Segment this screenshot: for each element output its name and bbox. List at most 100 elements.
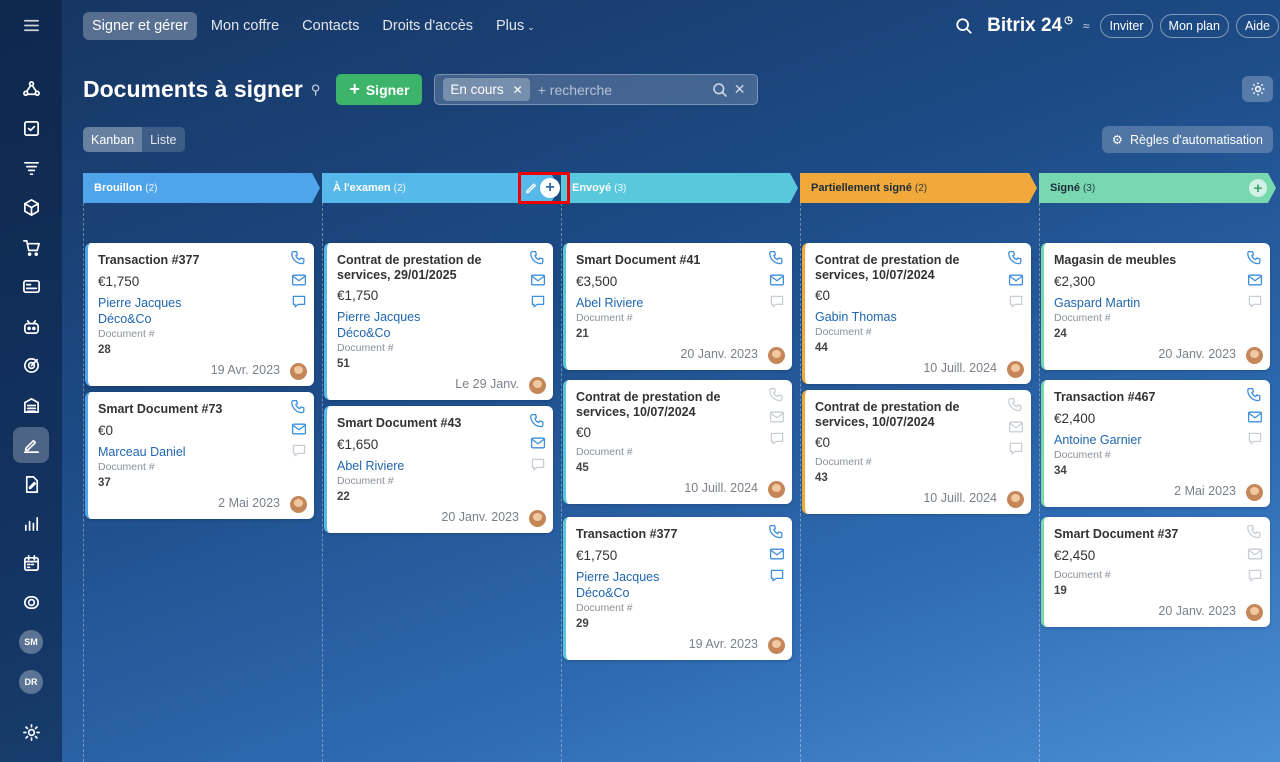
document-card[interactable]: Contrat de prestation de services, 10/07… <box>802 243 1031 384</box>
column-header[interactable]: Partiellement signé (2) <box>800 173 1037 203</box>
chip-close-icon[interactable]: ✕ <box>513 83 523 97</box>
nav-contacts[interactable]: Contacts <box>293 12 368 40</box>
document-card[interactable]: Transaction #377 €1,750 Pierre Jacques Déco… <box>85 243 314 386</box>
card-title[interactable]: Contrat de prestation de services, 10/07… <box>815 400 997 429</box>
card-title[interactable]: Smart Document #41 <box>576 253 758 268</box>
document-card[interactable]: Magasin de meubles €2,300 Gaspard Martin Do… <box>1041 243 1270 370</box>
sign-icon[interactable] <box>13 426 49 463</box>
email-icon[interactable] <box>1246 545 1263 562</box>
chat-icon[interactable] <box>1246 567 1263 584</box>
phone-icon[interactable] <box>1007 249 1024 266</box>
view-kanban[interactable]: Kanban <box>83 127 143 152</box>
automation-rules-button[interactable]: ⚙ Règles d'automatisation <box>1101 126 1273 153</box>
document-card[interactable]: Contrat de prestation de services, 10/07… <box>802 390 1031 514</box>
card-contact-link[interactable]: Gabin Thomas <box>815 309 1021 325</box>
document-card[interactable]: Smart Document #37 €2,450 Document # 19 20 J… <box>1041 517 1270 627</box>
card-contact-link[interactable]: Abel Riviere <box>576 295 782 311</box>
card-contact-link[interactable]: Pierre Jacques <box>98 295 304 311</box>
brand-logo[interactable]: Bitrix 24 ◷ <box>987 15 1073 37</box>
chat-icon[interactable] <box>768 293 785 310</box>
filter-icon[interactable] <box>13 150 49 186</box>
avatar[interactable] <box>768 481 785 498</box>
document-card[interactable]: Contrat de prestation de services, 29/01… <box>324 243 553 400</box>
document-card[interactable]: Smart Document #43 €1,650 Abel Riviere Docu… <box>324 406 553 533</box>
phone-icon[interactable] <box>768 249 785 266</box>
card-contact-link[interactable]: Pierre Jacques <box>576 569 782 585</box>
card-title[interactable]: Contrat de prestation de services, 10/07… <box>576 390 758 419</box>
chat-icon[interactable] <box>290 293 307 310</box>
phone-icon[interactable] <box>290 398 307 415</box>
chat-icon[interactable] <box>1007 440 1024 457</box>
chat-icon[interactable] <box>768 567 785 584</box>
email-icon[interactable] <box>768 271 785 288</box>
avatar[interactable] <box>1246 346 1263 364</box>
phone-icon[interactable] <box>1246 386 1263 403</box>
avatar[interactable] <box>529 509 546 527</box>
email-icon[interactable] <box>529 434 546 451</box>
view-settings-button[interactable] <box>1242 76 1273 102</box>
phone-icon[interactable] <box>1007 396 1024 413</box>
document-card[interactable]: Contrat de prestation de services, 10/07… <box>563 380 792 504</box>
add-stage-plus-icon-end[interactable]: + <box>1249 179 1267 197</box>
target-icon[interactable] <box>13 348 49 384</box>
document-card[interactable]: Smart Document #41 €3,500 Abel Riviere Docu… <box>563 243 792 370</box>
avatar[interactable] <box>1007 361 1024 378</box>
search-filter-box[interactable]: En cours ✕ ✕ <box>434 74 759 105</box>
phone-icon[interactable] <box>1246 523 1263 540</box>
user-avatar-sm[interactable]: SM <box>13 624 49 660</box>
email-icon[interactable] <box>1246 271 1263 288</box>
cart-icon[interactable] <box>13 229 49 265</box>
document-card[interactable]: Transaction #467 €2,400 Antoine Garnier Doc… <box>1041 380 1270 507</box>
chat-icon[interactable] <box>768 430 785 447</box>
search-input[interactable] <box>537 81 708 98</box>
card-contact-link[interactable]: Déco&Co <box>576 585 782 601</box>
clear-icon[interactable]: ✕ <box>734 81 746 98</box>
card-contact-link[interactable]: Déco&Co <box>98 311 304 327</box>
document-card[interactable]: Smart Document #73 €0 Marceau Daniel Docume… <box>85 392 314 519</box>
search-icon[interactable] <box>712 82 728 98</box>
card-contact-link[interactable]: Abel Riviere <box>337 458 543 474</box>
help-button[interactable]: Aide <box>1235 14 1279 38</box>
column-header[interactable]: Brouillon (2) <box>83 173 320 203</box>
chart-icon[interactable] <box>13 506 49 542</box>
avatar[interactable] <box>1007 491 1024 508</box>
card-title[interactable]: Contrat de prestation de services, 29/01… <box>337 253 519 282</box>
chat-icon[interactable] <box>290 442 307 459</box>
card-title[interactable]: Transaction #377 <box>98 253 280 268</box>
nav-sign-manage[interactable]: Signer et gérer <box>83 12 197 40</box>
card-title[interactable]: Magasin de meubles <box>1054 253 1236 268</box>
email-icon[interactable] <box>768 408 785 425</box>
column-header[interactable]: Signé (3) <box>1039 173 1276 203</box>
card-contact-link[interactable]: Marceau Daniel <box>98 444 304 460</box>
card-contact-link[interactable]: Déco&Co <box>337 325 543 341</box>
document-edit-icon[interactable] <box>13 466 49 502</box>
pin-icon[interactable]: ⚲ <box>311 82 321 98</box>
sign-button[interactable]: + Signer <box>336 74 423 105</box>
phone-icon[interactable] <box>1246 249 1263 266</box>
phone-icon[interactable] <box>768 523 785 540</box>
nav-access-rights[interactable]: Droits d'accès <box>373 12 482 40</box>
column-header[interactable]: Envoyé (3) <box>561 173 798 203</box>
box-icon[interactable] <box>13 190 49 226</box>
building-icon[interactable] <box>13 387 49 423</box>
card-title[interactable]: Transaction #377 <box>576 527 758 542</box>
chat-icon[interactable] <box>1007 293 1024 310</box>
email-icon[interactable] <box>1007 418 1024 435</box>
avatar[interactable] <box>768 346 785 364</box>
phone-icon[interactable] <box>529 412 546 429</box>
nav-my-safe[interactable]: Mon coffre <box>202 12 288 40</box>
search-icon[interactable] <box>955 17 973 35</box>
card-title[interactable]: Smart Document #37 <box>1054 527 1236 542</box>
card-title[interactable]: Smart Document #43 <box>337 416 519 431</box>
my-plan-button[interactable]: Mon plan <box>1159 14 1229 38</box>
avatar[interactable] <box>768 636 785 654</box>
card-title[interactable]: Transaction #467 <box>1054 390 1236 405</box>
email-icon[interactable] <box>290 420 307 437</box>
card-title[interactable]: Contrat de prestation de services, 10/07… <box>815 253 997 282</box>
user-avatar-dr[interactable]: DR <box>13 664 49 700</box>
settings-gear-icon[interactable] <box>13 714 49 750</box>
card-contact-link[interactable]: Antoine Garnier <box>1054 432 1260 448</box>
phone-icon[interactable] <box>290 249 307 266</box>
chat-icon[interactable] <box>1246 293 1263 310</box>
email-icon[interactable] <box>1246 408 1263 425</box>
